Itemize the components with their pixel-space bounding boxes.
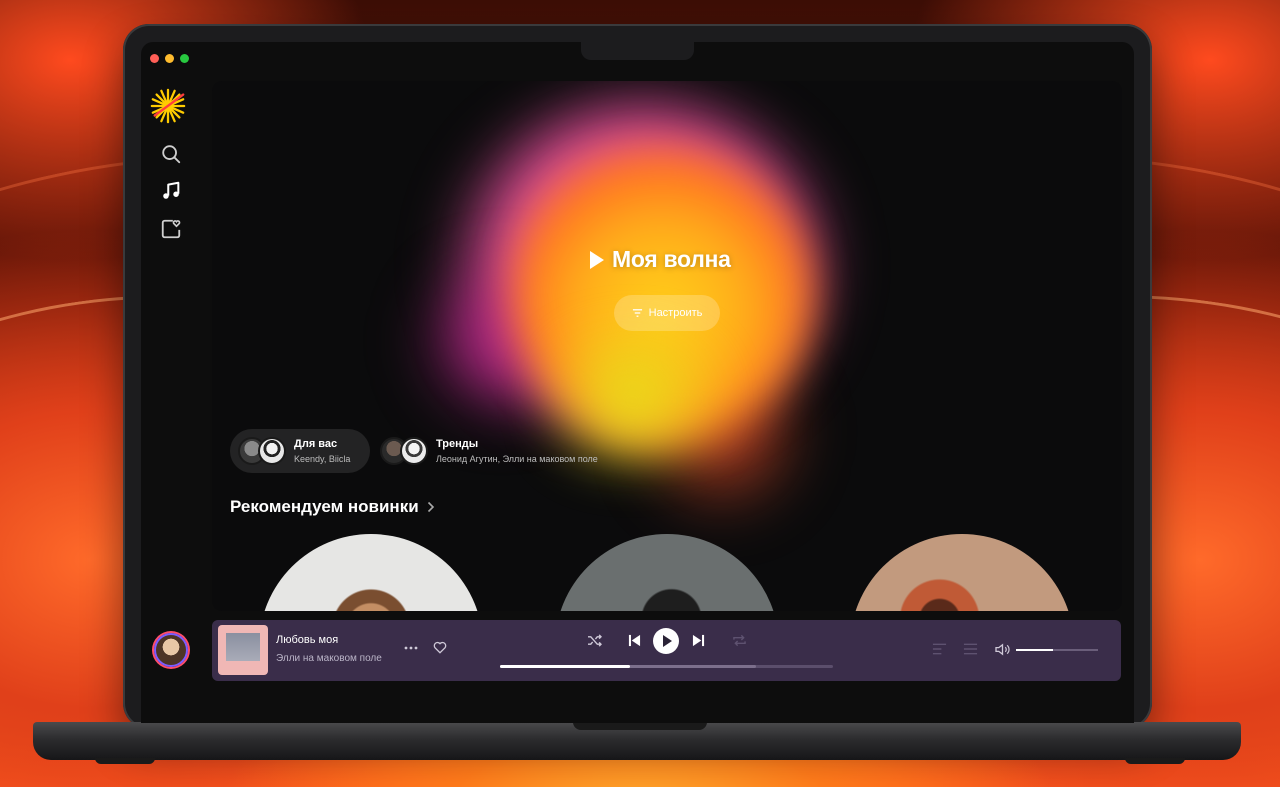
mix-avatars — [380, 437, 428, 465]
mix-subtitle: Леонид Агутин, Элли на маковом поле — [436, 454, 598, 464]
yandex-music-logo-icon[interactable] — [149, 87, 187, 125]
heart-icon[interactable] — [433, 641, 447, 654]
collection-heart-icon[interactable] — [160, 218, 182, 240]
tune-wave-button[interactable]: Настроить — [614, 295, 720, 331]
minimize-window-button[interactable] — [165, 54, 174, 63]
camera-notch — [581, 42, 694, 60]
mix-chip-trends[interactable]: Тренды Леонид Агутин, Элли на маковом по… — [380, 429, 640, 473]
track-artwork[interactable] — [218, 625, 268, 675]
chevron-right-icon — [427, 501, 434, 513]
mix-subtitle: Keendy, Biicla — [294, 454, 351, 464]
my-wave-play-button[interactable]: Моя волна — [590, 246, 731, 273]
maximize-window-button[interactable] — [180, 54, 189, 63]
close-window-button[interactable] — [150, 54, 159, 63]
queue-icon[interactable] — [932, 643, 947, 655]
window-controls — [150, 54, 189, 63]
volume-slider[interactable] — [1016, 649, 1098, 651]
tune-wave-label: Настроить — [648, 307, 703, 319]
album-cover[interactable] — [555, 534, 779, 611]
track-progress-slider[interactable] — [500, 665, 833, 668]
lyrics-icon[interactable] — [963, 643, 978, 655]
repeat-icon[interactable] — [732, 634, 747, 647]
profile-avatar[interactable] — [154, 633, 188, 667]
play-pause-button[interactable] — [653, 628, 679, 654]
play-icon — [590, 250, 604, 269]
main-panel: Моя волна Настроить Для вас Keendy, Biic… — [212, 81, 1122, 611]
search-icon[interactable] — [160, 143, 182, 165]
mix-title: Для вас — [294, 438, 338, 450]
previous-track-icon[interactable] — [628, 634, 641, 647]
app-window: Моя волна Настроить Для вас Keendy, Biic… — [141, 42, 1134, 723]
mix-avatars — [238, 437, 286, 465]
music-note-icon[interactable] — [160, 180, 182, 202]
more-options-icon[interactable] — [404, 645, 418, 651]
album-cover[interactable] — [850, 534, 1074, 611]
section-title: Рекомендуем новинки — [230, 497, 419, 516]
next-track-icon[interactable] — [692, 634, 705, 647]
track-artist[interactable]: Элли на маковом поле — [276, 653, 382, 664]
mix-title: Тренды — [436, 438, 479, 450]
album-cover[interactable] — [259, 534, 483, 611]
mix-chip-for-you[interactable]: Для вас Keendy, Biicla — [230, 429, 370, 473]
filter-icon — [632, 309, 642, 317]
player-bar: Любовь моя Элли на маковом поле — [212, 620, 1121, 681]
shuffle-icon[interactable] — [587, 634, 602, 647]
volume-icon[interactable] — [995, 643, 1010, 656]
track-title[interactable]: Любовь моя — [276, 634, 338, 646]
my-wave-title: Моя волна — [612, 246, 731, 272]
recommend-section-link[interactable]: Рекомендуем новинки — [230, 497, 435, 517]
